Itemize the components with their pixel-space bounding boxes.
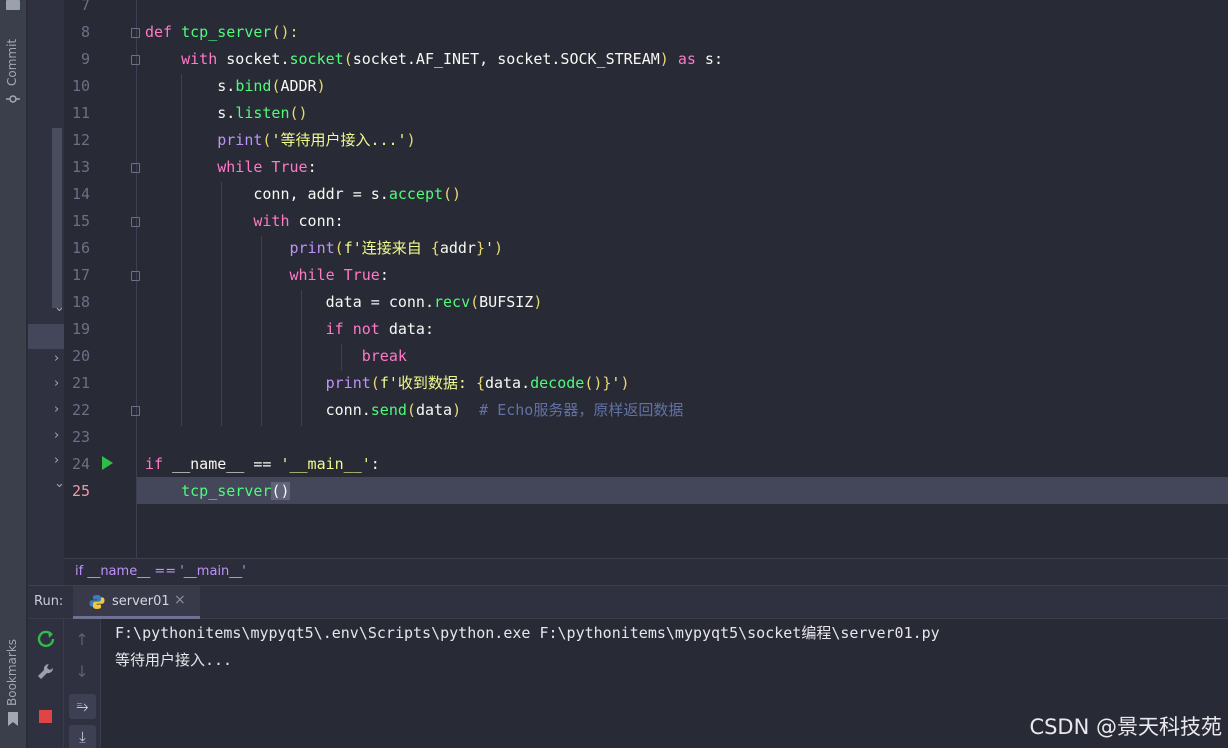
run-tab-label: server01 [112,594,170,609]
tree-expand-icon[interactable]: › [54,453,59,468]
run-panel-header: Run: server01 × [28,585,1228,619]
tree-expand-icon[interactable]: › [54,428,59,443]
line-number: 15 [71,212,90,230]
fold-marker-icon[interactable] [131,163,140,173]
close-icon[interactable]: × [174,592,186,608]
watermark: CSDN @景天科技苑 [1029,715,1222,739]
tree-expand-icon[interactable]: › [54,376,59,391]
up-arrow-icon[interactable]: ↑ [71,629,93,651]
line-number: 18 [71,293,90,311]
code-line-16: print(f'连接来自 {addr}') [289,239,504,257]
wrench-icon[interactable] [35,661,57,683]
tree-expand-icon[interactable]: › [54,351,59,366]
project-selected-row[interactable] [28,324,64,349]
code-line-10: s.bind(ADDR) [217,77,326,95]
breadcrumb[interactable]: if __name__ == '__main__' [64,558,1228,585]
project-folder-icon[interactable] [6,0,20,10]
code-line-24: if __name__ == '__main__': [145,455,380,473]
code-line-18: data = conn.recv(BUFSIZ) [325,293,543,311]
line-number: 22 [71,401,90,419]
run-panel-label: Run: [34,594,64,609]
run-toolbar-primary [28,619,64,748]
fold-marker-icon[interactable] [131,271,140,281]
bookmarks-tool-button[interactable]: Bookmarks [5,639,19,706]
left-tool-strip: Commit Bookmarks [0,0,27,748]
commit-icon[interactable] [6,92,20,106]
console-line: 等待用户接入... [115,651,233,669]
bookmark-icon[interactable] [8,712,18,726]
commit-tool-button[interactable]: Commit [5,39,19,86]
project-scrollbar[interactable] [52,128,62,308]
line-number: 16 [71,239,90,257]
current-line-number: 25 [71,482,90,500]
fold-marker-icon[interactable] [131,217,140,227]
run-tab-server01[interactable]: server01 × [73,586,200,619]
line-number: 8 [80,23,90,41]
line-number: 7 [80,0,90,14]
line-number: 14 [71,185,90,203]
soft-wrap-icon[interactable]: ⥱ [69,694,96,719]
line-number: 24 [71,455,90,473]
rerun-icon[interactable] [35,628,57,650]
console-line: F:\pythonitems\mypyqt5\.env\Scripts\pyth… [115,624,940,642]
fold-marker-icon[interactable] [131,55,140,65]
down-arrow-icon[interactable]: ↓ [71,661,93,683]
line-number: 11 [71,104,90,122]
line-number: 17 [71,266,90,284]
line-number: 19 [71,320,90,338]
code-line-15: with conn: [253,212,344,230]
run-toolbar-secondary: ↑ ↓ ⥱ ⤓ [64,619,101,748]
line-number: 23 [71,428,90,446]
code-line-25: tcp_server() [181,482,290,500]
code-line-22: conn.send(data) # Echo服务器，原样返回数据 [325,401,684,419]
code-line-11: s.listen() [217,104,308,122]
stop-icon[interactable] [39,710,52,723]
code-line-9: with socket.socket(socket.AF_INET, socke… [181,50,723,68]
matched-paren: ) [280,482,290,500]
line-number: 21 [71,374,90,392]
code-line-14: conn, addr = s.accept() [253,185,462,203]
code-editor[interactable]: def tcp_server(): with socket.socket(soc… [145,0,1225,558]
run-gutter-icon[interactable] [102,456,113,470]
code-line-13: while True: [217,158,317,176]
code-line-17: while True: [289,266,389,284]
line-number: 20 [71,347,90,365]
code-line-8: def tcp_server(): [145,23,299,41]
line-number: 13 [71,158,90,176]
line-number: 9 [80,50,90,68]
fold-marker-icon[interactable] [131,28,140,38]
code-line-12: print('等待用户接入...') [217,131,416,149]
line-number: 12 [71,131,90,149]
code-line-19: if not data: [325,320,434,338]
fold-marker-icon[interactable] [131,406,140,416]
scroll-to-end-icon[interactable]: ⤓ [69,725,96,748]
code-line-21: print(f'收到数据: {data.decode()}') [325,374,630,392]
python-icon [89,595,105,609]
line-number: 10 [71,77,90,95]
code-line-20: break [361,347,407,365]
tree-expand-icon[interactable]: › [54,402,59,417]
